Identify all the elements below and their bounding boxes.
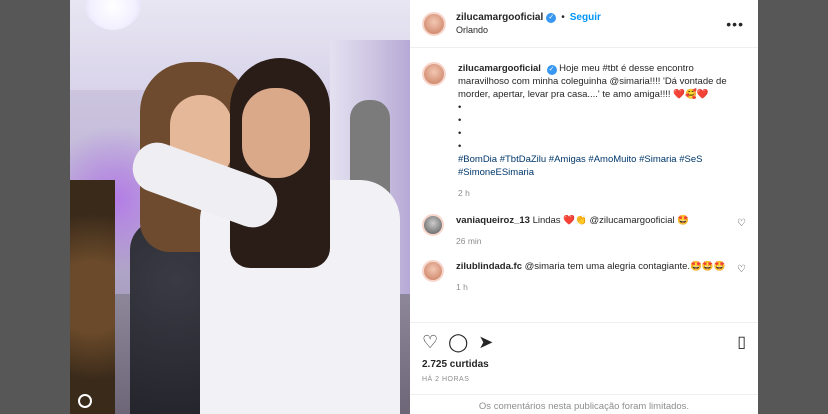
caption-body: zilucamargooficial ✓ Hoje meu #tbt é des… <box>458 62 728 200</box>
commenter-avatar[interactable] <box>422 260 444 282</box>
comment-text: Lindas ❤️👏 @zilucamargooficial 🤩 <box>532 215 690 226</box>
likes-count[interactable]: 2.725 curtidas <box>422 359 746 370</box>
follow-button[interactable]: Seguir <box>570 12 601 23</box>
verified-icon: ✓ <box>546 12 557 23</box>
author-username[interactable]: zilucamargooficial <box>456 12 543 23</box>
caption-bullet: • <box>458 128 462 139</box>
comments-limited-notice: Os comentários nesta publicação foram li… <box>410 394 758 412</box>
comment-text: @simaria tem uma alegria contagiante.🤩🤩🤩 <box>524 261 726 272</box>
commenter-avatar[interactable] <box>422 214 444 236</box>
like-comment-heart-icon[interactable]: ♡ <box>737 264 746 275</box>
commenter-username[interactable]: vaniaqueiroz_13 <box>456 215 530 226</box>
separator-dot: • <box>561 12 565 23</box>
comment-body: zilublindada.fc @simaria tem uma alegria… <box>456 260 726 294</box>
heart-icon[interactable]: ♡ <box>422 332 438 353</box>
like-comment-heart-icon[interactable]: ♡ <box>737 218 746 229</box>
caption-hashtags[interactable]: #BomDia #TbtDaZilu #Amigas #AmoMuito #Si… <box>458 153 728 179</box>
caption: zilucamargooficial ✓ Hoje meu #tbt é des… <box>422 62 746 200</box>
commenter-username[interactable]: zilublindada.fc <box>456 261 522 272</box>
caption-time[interactable]: 2 h <box>458 187 728 200</box>
caption-username[interactable]: zilucamargooficial <box>458 63 541 74</box>
tagged-users-icon[interactable] <box>78 394 92 408</box>
more-options-icon[interactable]: ••• <box>726 16 744 32</box>
photo-person-left <box>70 180 115 414</box>
posted-time[interactable]: HÁ 2 HORAS <box>422 376 746 383</box>
author-avatar[interactable] <box>422 11 446 36</box>
action-icons: ♡ ◯ ➤ ▯ <box>422 329 746 355</box>
post-modal: zilucamargooficial ✓ • Seguir Orlando ••… <box>70 0 758 414</box>
caption-bullet: • <box>458 102 462 113</box>
photo-woman2-face <box>242 88 310 178</box>
caption-avatar[interactable] <box>422 62 446 86</box>
post-side-panel: zilucamargooficial ✓ • Seguir Orlando ••… <box>410 0 758 414</box>
share-icon[interactable]: ➤ <box>478 332 493 353</box>
comments-area: zilucamargooficial ✓ Hoje meu #tbt é des… <box>410 48 758 318</box>
verified-icon: ✓ <box>546 65 557 75</box>
bookmark-icon[interactable]: ▯ <box>737 332 746 352</box>
post-location[interactable]: Orlando <box>456 25 601 35</box>
comment-body: vaniaqueiroz_13 Lindas ❤️👏 @zilucamargoo… <box>456 214 726 248</box>
post-header: zilucamargooficial ✓ • Seguir Orlando ••… <box>410 0 758 48</box>
author-info: zilucamargooficial ✓ • Seguir Orlando <box>456 12 601 35</box>
comment-item: vaniaqueiroz_13 Lindas ❤️👏 @zilucamargoo… <box>422 214 746 248</box>
post-actions: ♡ ◯ ➤ ▯ 2.725 curtidas HÁ 2 HORAS <box>410 322 758 383</box>
comment-time[interactable]: 1 h <box>456 281 726 294</box>
post-photo[interactable] <box>70 0 410 414</box>
caption-bullet: • <box>458 115 462 126</box>
comment-item: zilublindada.fc @simaria tem uma alegria… <box>422 260 746 294</box>
caption-bullet: • <box>458 141 462 152</box>
comment-icon[interactable]: ◯ <box>448 332 468 353</box>
comment-time[interactable]: 26 min <box>456 235 726 248</box>
